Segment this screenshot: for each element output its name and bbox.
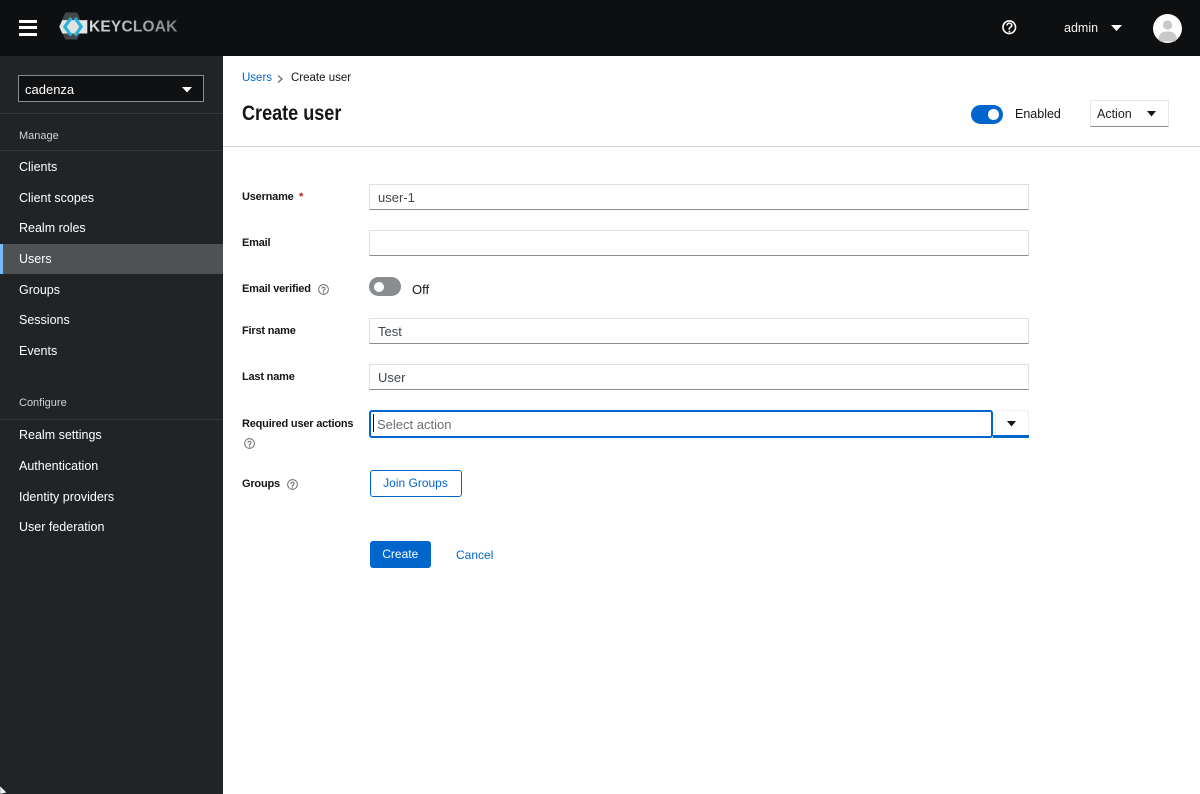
svg-text:KEYCLOAK: KEYCLOAK <box>89 18 178 35</box>
